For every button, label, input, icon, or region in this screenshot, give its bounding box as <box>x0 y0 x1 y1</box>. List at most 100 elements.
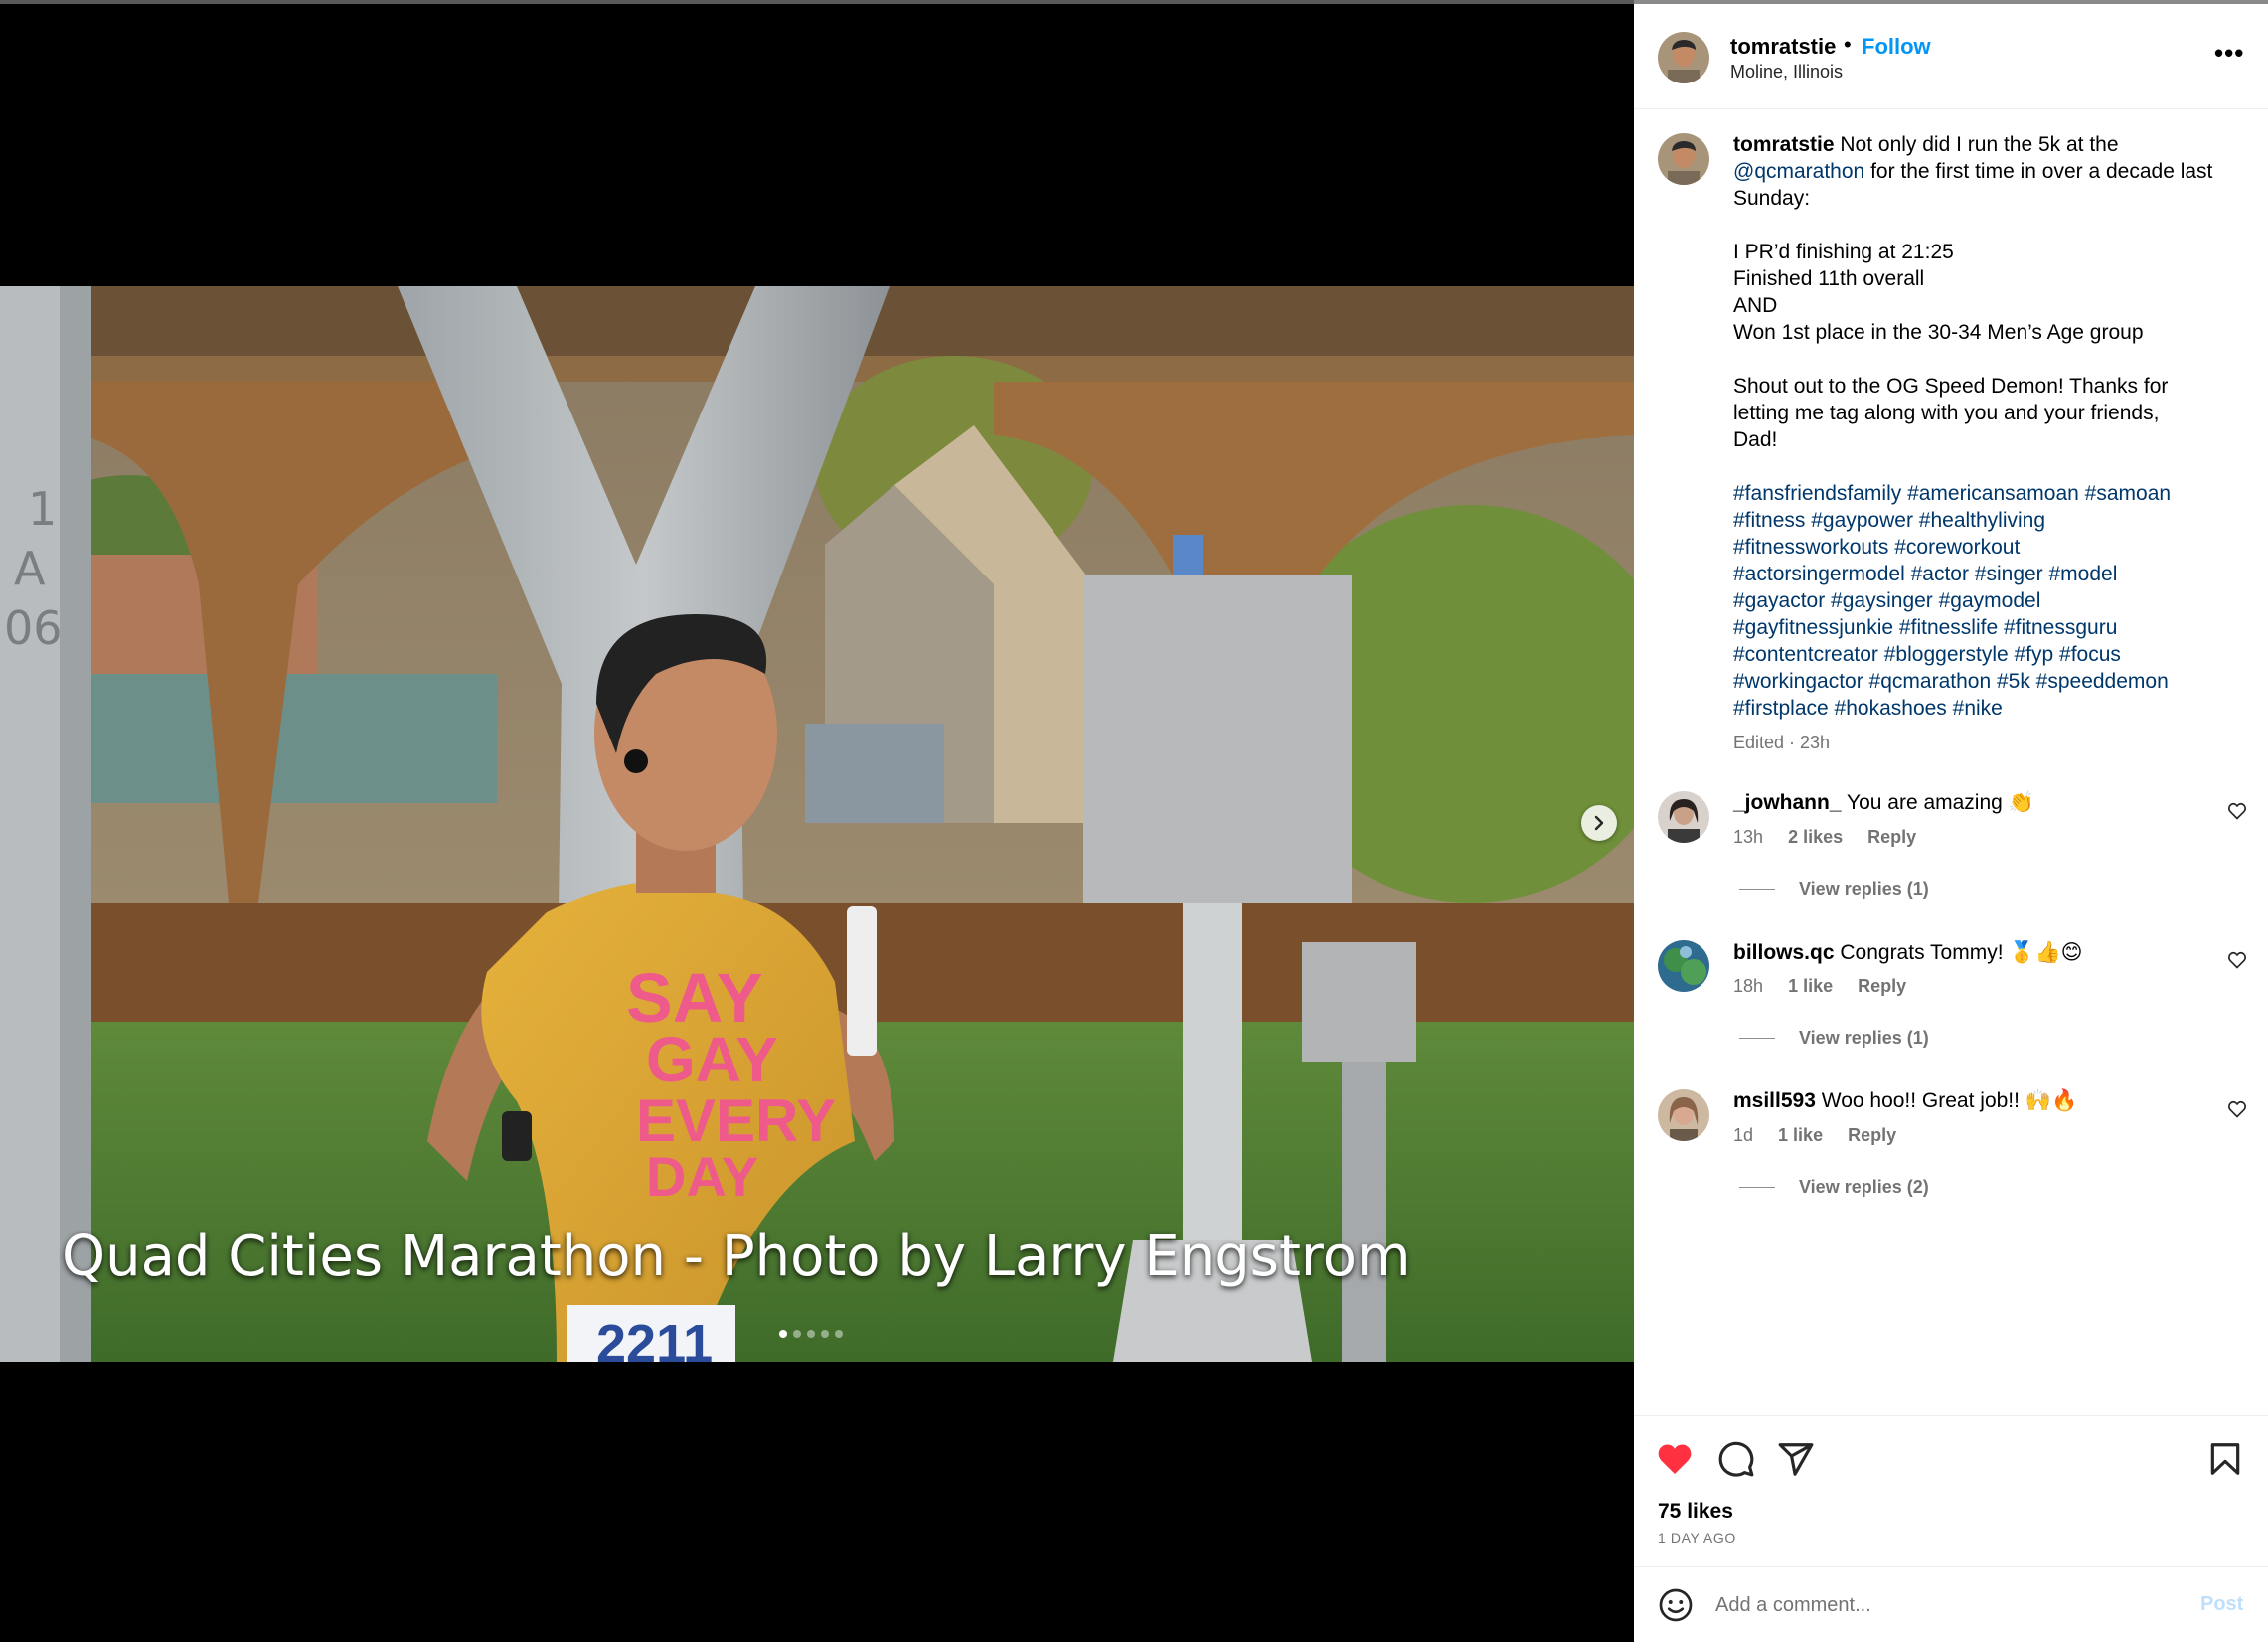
commenter-avatar[interactable] <box>1658 1089 1709 1141</box>
heart-outline-icon[interactable] <box>2227 1099 2247 1119</box>
avatar-photo <box>1658 32 1709 83</box>
hashtag-line[interactable]: #fitness #gaypower #healthyliving <box>1733 507 2250 534</box>
likes-count[interactable]: 75 likes <box>1658 1500 1733 1524</box>
post-location[interactable]: Moline, Illinois <box>1730 62 1843 82</box>
post-header: tomratstie • Follow Moline, Illinois ••• <box>1634 4 2268 109</box>
replies-divider <box>1739 889 1775 890</box>
comment-time: 13h <box>1733 827 1764 847</box>
caption-mention-link[interactable]: @qcmarathon <box>1733 160 1864 183</box>
hashtag-line[interactable]: #gayactor #gaysinger #gaymodel <box>1733 587 2250 614</box>
comment-time: 18h <box>1733 976 1764 996</box>
carousel-dot <box>821 1330 829 1338</box>
follow-button[interactable]: Follow <box>1862 34 1931 60</box>
comment-item: msill593 Woo hoo!! Great job!! 🙌🔥 1d 1 l… <box>1634 1089 2268 1238</box>
commenter-username[interactable]: msill593 <box>1733 1089 1816 1112</box>
heart-filled-icon[interactable] <box>1656 1440 1694 1478</box>
view-replies-button[interactable]: View replies (1) <box>1739 879 1929 900</box>
pole-mark-3: 06 <box>4 601 63 655</box>
author-username[interactable]: tomratstie <box>1730 34 1836 60</box>
comment-likes[interactable]: 1 like <box>1778 1125 1823 1145</box>
caption-line: AND <box>1733 294 1778 317</box>
heart-outline-icon[interactable] <box>2227 801 2247 821</box>
more-dots-icon: ••• <box>2214 38 2245 68</box>
avatar-photo <box>1658 1089 1709 1141</box>
hashtag-line[interactable]: #actorsingermodel #actor #singer #model <box>1733 561 2250 587</box>
comment-reply-button[interactable]: Reply <box>1867 827 1916 847</box>
hashtag-line[interactable]: #gayfitnessjunkie #fitnesslife #fitnessg… <box>1733 614 2250 641</box>
caption-line: letting me tag along with you and your f… <box>1733 402 2160 424</box>
view-replies-button[interactable]: View replies (2) <box>1739 1177 1929 1198</box>
bib-number: 2211 <box>596 1314 713 1362</box>
comment-item: billows.qc Congrats Tommy! 🥇👍😊 18h 1 lik… <box>1634 940 2268 1089</box>
view-replies-label: View replies (1) <box>1799 879 1929 899</box>
photo-scene: 1 A 06 SAY GAY EVERY DAY 2211 <box>0 286 1634 1362</box>
author-avatar[interactable] <box>1658 32 1709 83</box>
shirt-text-2: GAY <box>646 1024 778 1095</box>
comment-time: 1d <box>1733 1125 1754 1145</box>
paper-plane-icon[interactable] <box>1777 1440 1815 1478</box>
speech-bubble-icon[interactable] <box>1717 1440 1755 1478</box>
view-replies-label: View replies (2) <box>1799 1177 1929 1197</box>
replies-divider <box>1739 1187 1775 1188</box>
post-photo[interactable]: 1 A 06 SAY GAY EVERY DAY 2211 <box>0 286 1634 1362</box>
smiley-icon[interactable] <box>1658 1587 1694 1623</box>
post-media: 1 A 06 SAY GAY EVERY DAY 2211 Quad Citie… <box>0 0 1634 1642</box>
caption-avatar[interactable] <box>1658 133 1709 185</box>
caption-meta: Edited · 23h <box>1733 733 1831 752</box>
comment-body: billows.qc Congrats Tommy! 🥇👍😊 <box>1733 940 2083 965</box>
caption-intro: Not only did I run the 5k at the <box>1840 133 2119 156</box>
commenter-avatar[interactable] <box>1658 791 1709 843</box>
comment-text: Congrats Tommy! 🥇👍😊 <box>1840 941 2083 964</box>
shirt-text-3: EVERY <box>636 1087 836 1154</box>
post-actions: 75 likes 1 DAY AGO <box>1634 1415 2268 1546</box>
chevron-right-icon <box>1594 815 1604 831</box>
comment-item: _jowhann_ You are amazing 👏 13h 2 likes … <box>1634 791 2268 940</box>
hashtag-line[interactable]: #firstplace #hokashoes #nike <box>1733 695 2250 722</box>
view-replies-button[interactable]: View replies (1) <box>1739 1028 1929 1049</box>
caption-line: Finished 11th overall <box>1733 267 1925 290</box>
add-comment-bar: Post <box>1634 1566 2268 1642</box>
post-side-panel: tomratstie • Follow Moline, Illinois •••… <box>1634 0 2268 1642</box>
comment-reply-button[interactable]: Reply <box>1858 976 1906 996</box>
more-options-button[interactable]: ••• <box>2214 38 2244 69</box>
comment-meta: 1d 1 like Reply <box>1733 1125 1916 1146</box>
pole-mark-2: A <box>14 542 46 595</box>
caption-text: tomratstie Not only did I run the 5k at … <box>1733 131 2250 722</box>
commenter-username[interactable]: billows.qc <box>1733 941 1835 964</box>
hashtag-line[interactable]: #fansfriendsfamily #americansamoan #samo… <box>1733 480 2250 507</box>
avatar-photo <box>1658 940 1709 992</box>
comment-text: You are amazing 👏 <box>1847 791 2034 814</box>
heart-outline-icon[interactable] <box>2227 950 2247 970</box>
comment-meta: 13h 2 likes Reply <box>1733 827 1936 848</box>
replies-divider <box>1739 1038 1775 1039</box>
window-top-border <box>0 0 1634 4</box>
photo-overlay-caption: Quad Cities Marathon - Photo by Larry En… <box>62 1225 1411 1289</box>
comment-likes[interactable]: 2 likes <box>1788 827 1843 847</box>
carousel-dot <box>835 1330 843 1338</box>
post-comment-button[interactable]: Post <box>2200 1593 2243 1616</box>
hashtag-line[interactable]: #fitnessworkouts #coreworkout <box>1733 534 2250 561</box>
commenter-avatar[interactable] <box>1658 940 1709 992</box>
caption-line: I PR’d finishing at 21:25 <box>1733 241 1954 263</box>
carousel-indicator <box>779 1330 843 1338</box>
hashtag-line[interactable]: #workingactor #qcmarathon #5k #speeddemo… <box>1733 668 2250 695</box>
shirt-text-4: DAY <box>646 1145 758 1208</box>
carousel-next-button[interactable] <box>1581 805 1617 841</box>
caption-line: Shout out to the OG Speed Demon! Thanks … <box>1733 375 2169 398</box>
carousel-dot <box>793 1330 801 1338</box>
caption-line: Won 1st place in the 30-34 Men’s Age gro… <box>1733 321 2144 344</box>
header-separator: • <box>1844 32 1852 57</box>
caption-username[interactable]: tomratstie <box>1733 133 1835 156</box>
comment-body: msill593 Woo hoo!! Great job!! 🙌🔥 <box>1733 1089 2077 1113</box>
carousel-dot <box>807 1330 815 1338</box>
bookmark-icon[interactable] <box>2206 1440 2244 1478</box>
hashtag-line[interactable]: #contentcreator #bloggerstyle #fyp #focu… <box>1733 641 2250 668</box>
comment-input[interactable] <box>1715 1587 2153 1623</box>
caption-line: Dad! <box>1733 428 1778 451</box>
comment-meta: 18h 1 like Reply <box>1733 976 1926 997</box>
comment-likes[interactable]: 1 like <box>1788 976 1833 996</box>
comment-text: Woo hoo!! Great job!! 🙌🔥 <box>1821 1089 2078 1112</box>
carousel-dot <box>779 1330 787 1338</box>
comment-reply-button[interactable]: Reply <box>1848 1125 1896 1145</box>
commenter-username[interactable]: _jowhann_ <box>1733 791 1842 814</box>
